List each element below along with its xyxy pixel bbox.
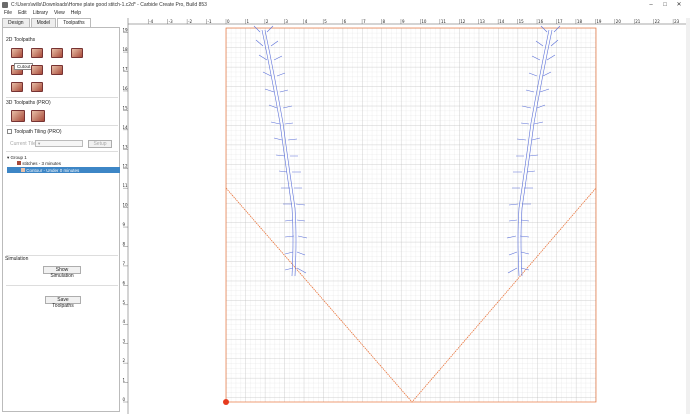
contour-label: Contour - Under 0 minutes [26,168,80,173]
drill-toolpath-icon[interactable] [51,48,63,58]
ruler-label-x: -1 [208,19,212,24]
ruler-label-y: 11 [123,183,129,188]
maximize-icon[interactable]: □ [658,0,672,9]
contour-toolpath-icon[interactable] [11,48,23,58]
menu-edit[interactable]: Edit [18,10,27,16]
toolpaths-panel: 2D Toolpaths Cutout 3D Toolpaths (PRO) T… [2,27,120,412]
menu-file[interactable]: File [4,10,12,16]
divider [6,151,118,152]
tab-toolpaths[interactable]: Toolpaths [57,18,91,27]
ruler-label-y: 10 [123,203,129,208]
ruler-label-x: 4 [305,19,308,24]
menu-help[interactable]: Help [71,10,81,16]
grid-major [226,28,596,402]
origin-marker-icon [223,399,229,405]
simulation-label: Simulation [5,256,29,262]
menu-bar: File Edit Library View Help [0,9,690,17]
ruler-label-y: 12 [123,164,129,169]
save-toolpaths-button[interactable]: Save Toolpaths [45,296,81,309]
divider [6,97,118,98]
group-1-label: Group 1 [10,155,27,160]
ruler-label-x: -2 [188,19,192,24]
ruler-label-x: 7 [363,19,366,24]
section-2d-toolpaths: 2D Toolpaths [6,37,36,43]
ruler-label-y: 19 [123,28,129,33]
tiling-checkbox[interactable] [7,129,12,134]
ruler-label-x: 16 [538,19,544,24]
ruler-label-y: 16 [123,86,129,91]
ruler-label-x: -4 [149,19,153,24]
ruler-label-x: 23 [674,19,680,24]
ruler-label-x: 13 [480,19,486,24]
canvas-svg[interactable]: -4 -3 -2 -1 0 1 2 3 4 5 6 7 8 9 10 11 12 13 14 15 16 17 18 19 20… [122,18,690,414]
ruler-label-y: 14 [123,125,129,130]
close-icon[interactable]: ✕ [672,0,686,9]
pocket-toolpath-icon[interactable] [31,48,43,58]
3d-rough-icon[interactable] [11,110,25,122]
current-tile-select[interactable]: ▾ [35,140,83,147]
stitches-label: stitches - 3 minutes [22,161,62,166]
tiling-label: Toolpath Tiling (PRO) [14,129,62,135]
menu-library[interactable]: Library [33,10,48,16]
tab-design[interactable]: Design [2,18,30,27]
toolpath-icon [17,161,21,165]
ruler-label-x: 15 [519,19,525,24]
ruler-label-x: 2 [266,19,269,24]
ruler-label-y: 18 [123,47,129,52]
ruler-label-x: 22 [655,19,661,24]
vcarve-toolpath-icon[interactable] [71,48,83,58]
ruler-label-x: 12 [460,19,466,24]
texture-toolpath-icon[interactable] [51,65,63,75]
thread-toolpath-icon[interactable] [31,82,43,92]
ruler-label-x: 3 [285,19,288,24]
divider [6,125,118,126]
window-title: C:\Users\wills\Downloads\Home plate good… [11,1,207,8]
mode-tabs: Design Model Toolpaths [2,18,92,27]
app-icon [2,1,8,8]
ruler-label-x: 20 [616,19,622,24]
3d-finish-icon[interactable] [31,110,45,122]
section-3d-toolpaths: 3D Toolpaths (PRO) [6,100,51,106]
ruler-label-x: 9 [402,19,405,24]
contour-item[interactable]: Contour - Under 0 minutes [21,168,79,173]
ruler-label-x: 14 [499,19,505,24]
current-tile-label: Current Tile [10,141,36,147]
toolpath-icon [21,168,25,172]
title-bar: C:\Users\wills\Downloads\Home plate good… [0,0,690,9]
ruler-label-x: 8 [383,19,386,24]
chamfer-toolpath-icon[interactable] [11,82,23,92]
tab-model[interactable]: Model [30,18,57,27]
ruler-label-x: 10 [421,19,427,24]
ruler-label-x: 1 [246,19,249,24]
ruler-label-y: 15 [123,105,129,110]
menu-view[interactable]: View [54,10,65,16]
minimize-icon[interactable]: – [644,0,658,9]
show-simulation-button[interactable]: Show Simulation [43,266,81,279]
ruler-label-x: 17 [557,19,563,24]
stitches-item[interactable]: stitches - 3 minutes [17,161,61,166]
vertical-scrollbar[interactable] [686,18,690,414]
advanced-vcarve-icon[interactable] [31,65,43,75]
ruler-label-x: 18 [577,19,583,24]
ruler-label-y: 13 [123,144,129,149]
left-ruler [122,18,128,414]
setup-button[interactable]: Setup [88,140,112,148]
ruler-label-x: 21 [635,19,641,24]
ruler-label-y: 17 [123,67,129,72]
divider [6,285,118,286]
design-canvas[interactable]: -4 -3 -2 -1 0 1 2 3 4 5 6 7 8 9 10 11 12 13 14 15 16 17 18 19 20… [122,18,690,414]
ruler-label-x: -3 [169,19,173,24]
ruler-label-x: 19 [596,19,602,24]
ruler-label-x: 11 [441,19,447,24]
